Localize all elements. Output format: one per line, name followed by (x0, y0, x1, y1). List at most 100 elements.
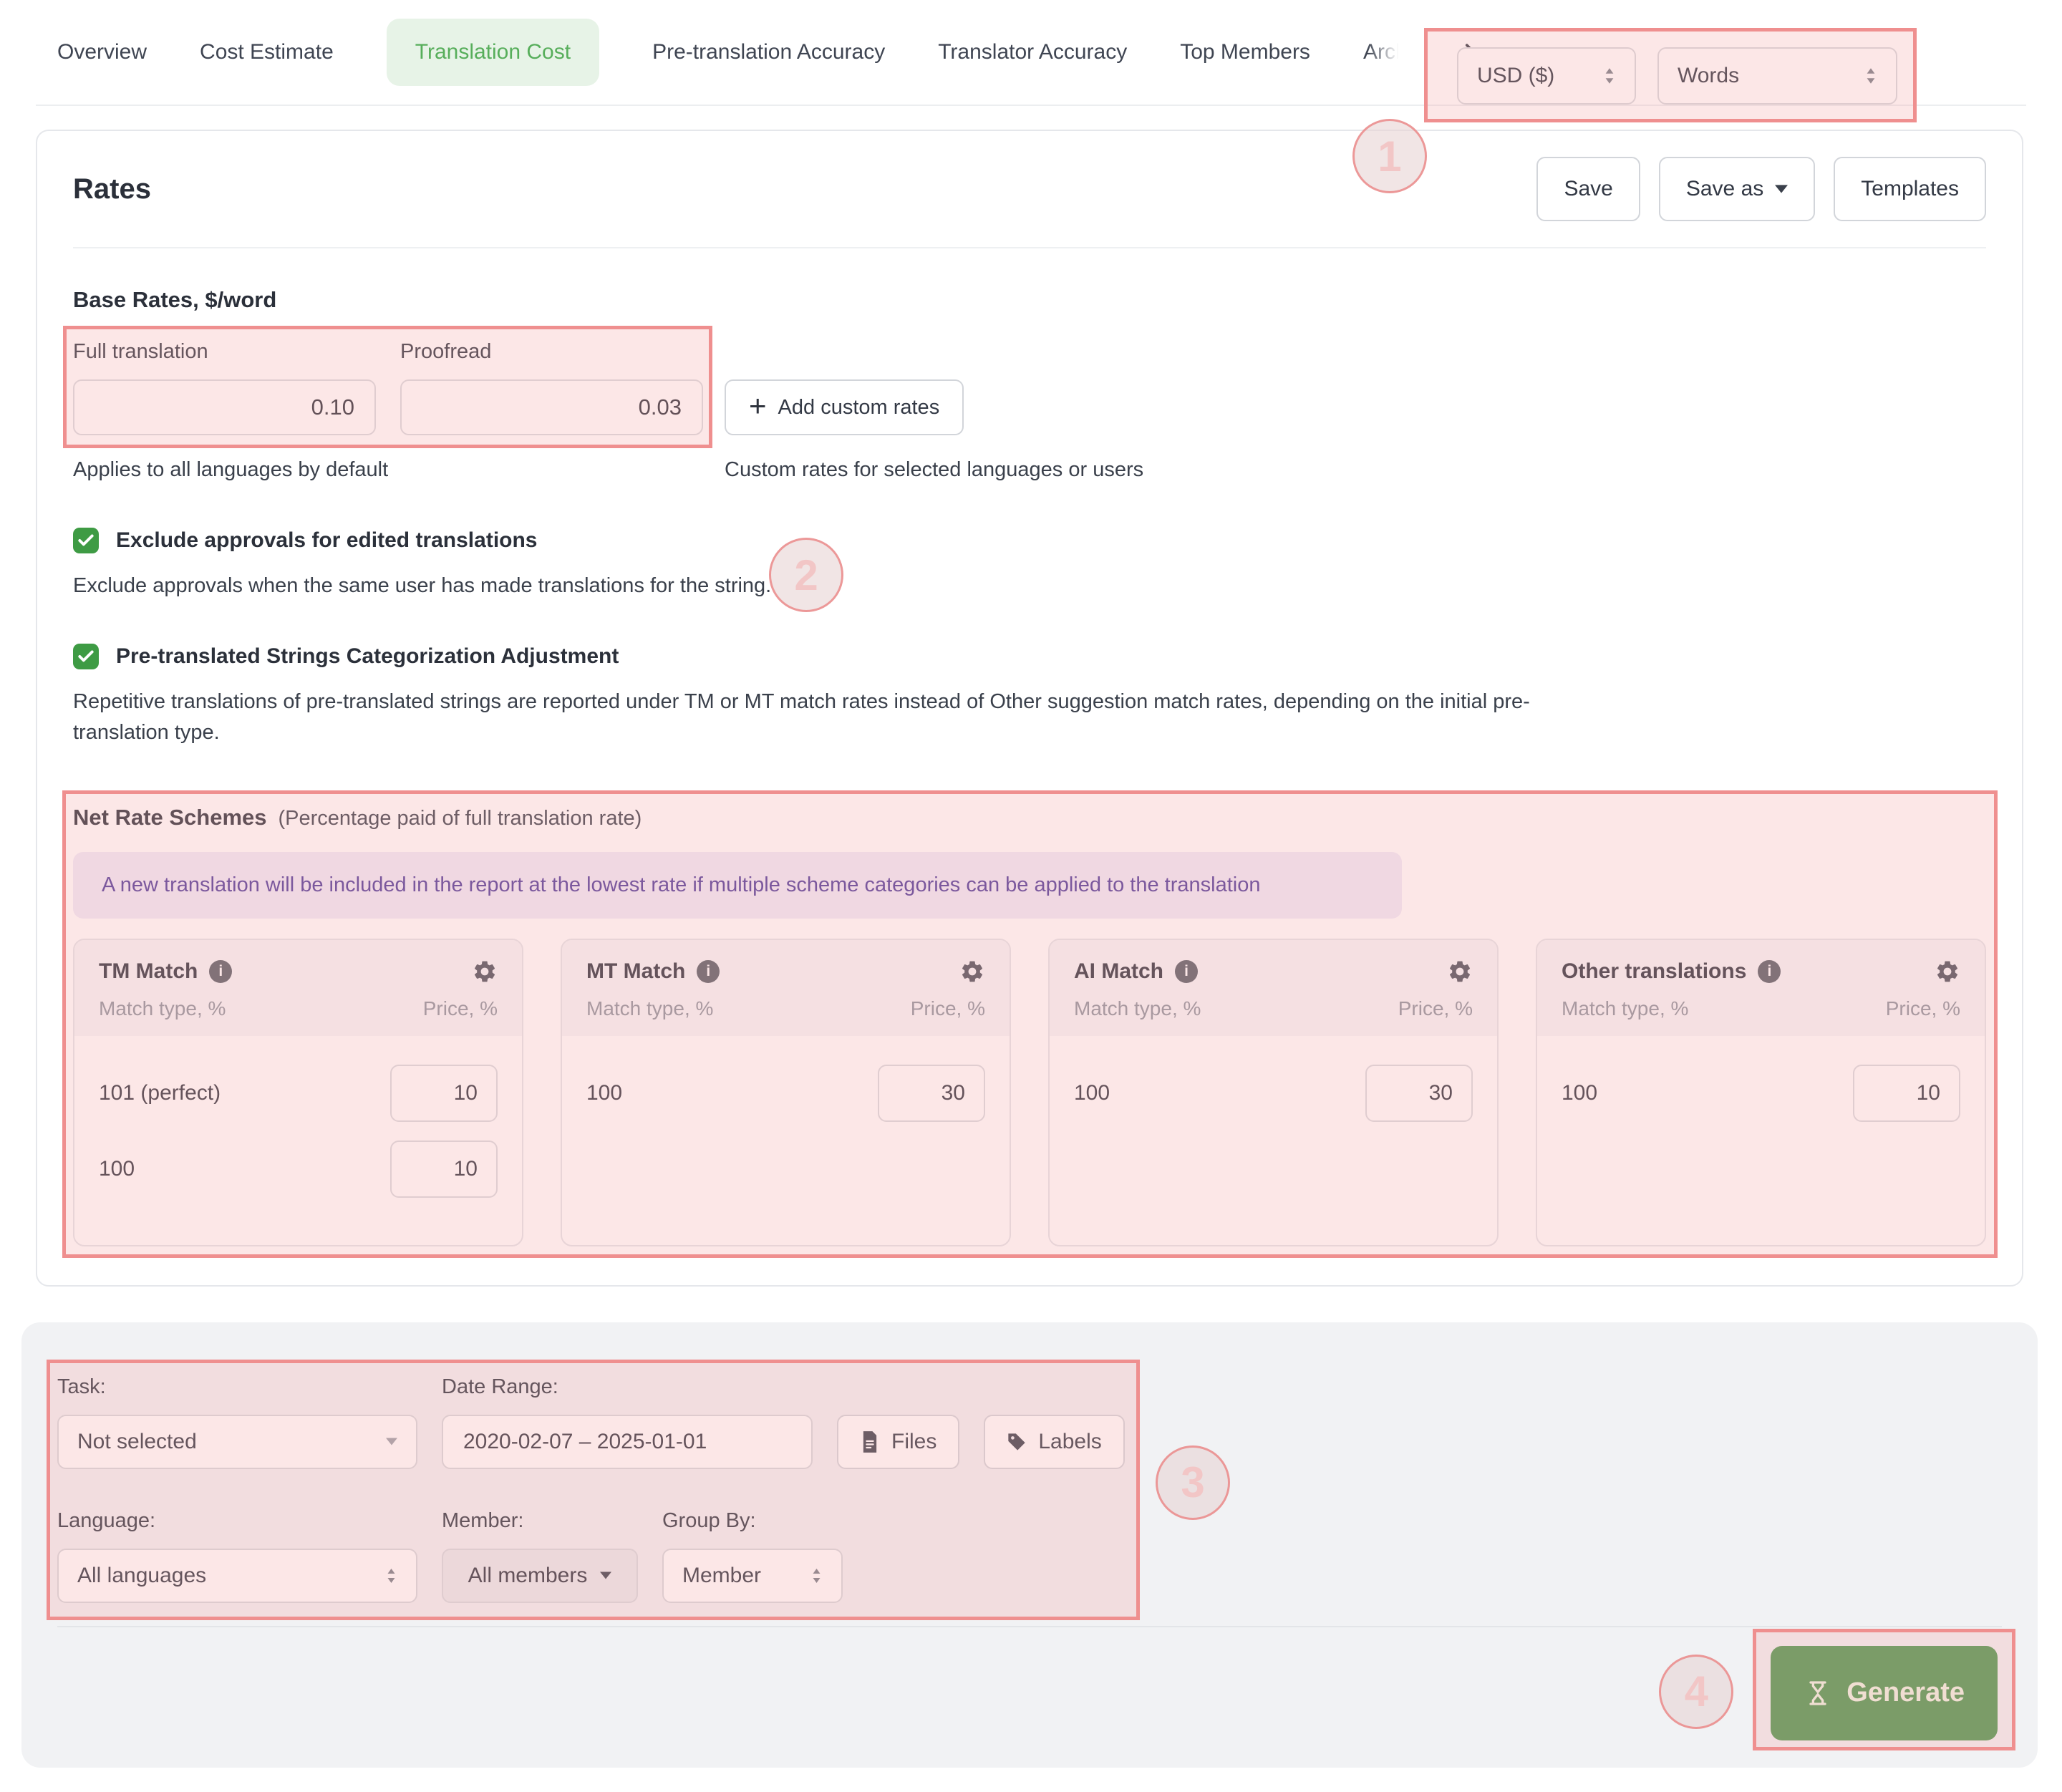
toggle-exclude-approvals-control[interactable]: Exclude approvals for edited translation… (73, 528, 1986, 553)
other-100-price-input[interactable] (1853, 1064, 1960, 1122)
toggle-exclude-approvals-description: Exclude approvals when the same user has… (73, 574, 772, 597)
date-range-filter: Date Range: (442, 1375, 813, 1469)
tab-translation-cost[interactable]: Translation Cost (386, 19, 600, 86)
base-rates-heading: Base Rates, $/word (73, 287, 277, 312)
report-toggles: 2 Exclude approvals for edited translati… (73, 528, 1986, 749)
info-icon[interactable]: i (209, 959, 233, 983)
task-select-value: Not selected (77, 1429, 197, 1453)
add-custom-rates-button[interactable]: + Add custom rates (725, 379, 964, 435)
checkbox-checked-icon[interactable] (73, 528, 99, 553)
mt-match-header: MT Match i Match type, % Price, % (562, 939, 1010, 1036)
match-type-value: 100 (99, 1156, 135, 1181)
updown-icon (1603, 66, 1616, 86)
labels-button-label: Labels (1038, 1429, 1102, 1453)
caret-down-icon (600, 1571, 612, 1579)
generate-button[interactable]: Generate (1771, 1645, 1998, 1740)
updown-icon (810, 1566, 823, 1585)
gear-icon[interactable] (1447, 959, 1473, 984)
ai-100-price-input[interactable] (1365, 1064, 1473, 1122)
toggle-exclude-approvals-label: Exclude approvals for edited translation… (116, 528, 538, 552)
tm-match-header: TM Match i Match type, % Price, % (74, 939, 522, 1036)
net-rate-schemes-header: Net Rate Schemes (Percentage paid of ful… (73, 805, 1986, 830)
toggle-exclude-approvals: Exclude approvals for edited translation… (73, 528, 1986, 602)
member-filter: Member: All members (442, 1509, 638, 1603)
full-translation-field: Full translation (73, 340, 376, 435)
other-translations-column: Other translations i Match type, % Price… (1536, 938, 1986, 1246)
base-rates-caption-right: Custom rates for selected languages or u… (725, 458, 1144, 481)
proofread-field: Proofread (400, 340, 703, 435)
group-by-select-value: Member (682, 1563, 762, 1587)
currency-select[interactable]: USD ($) (1456, 47, 1636, 105)
toggle-pretranslated-adjustment-description: Repetitive translations of pre-translate… (73, 689, 1530, 745)
match-type-header: Match type, % (99, 997, 226, 1019)
match-type-value: 100 (586, 1080, 623, 1105)
unit-select[interactable]: Words (1657, 47, 1897, 105)
page-title: Rates (73, 173, 151, 205)
hourglass-icon (1804, 1679, 1832, 1708)
files-button[interactable]: Files (837, 1414, 960, 1469)
labels-button[interactable]: Labels (984, 1414, 1125, 1469)
save-button[interactable]: Save (1536, 157, 1640, 221)
match-type-value: 100 (1074, 1080, 1110, 1105)
report-parameters-panel: 3 Task: Not selected Date Range: 2020-02… (21, 1322, 2038, 1768)
language-label: Language: (57, 1508, 156, 1532)
language-filter: Language: All languages (57, 1509, 417, 1603)
language-select[interactable]: All languages (57, 1548, 417, 1603)
full-translation-input[interactable] (73, 379, 376, 435)
lowest-rate-notice: A new translation will be included in th… (73, 851, 1402, 919)
info-icon[interactable]: i (1175, 959, 1199, 983)
group-by-label: Group By: (662, 1508, 756, 1532)
task-select[interactable]: Not selected (57, 1414, 417, 1469)
proofread-input[interactable] (400, 379, 703, 435)
tm-match-row-100: 100 (99, 1140, 498, 1198)
tab-overview[interactable]: Overview (57, 40, 147, 64)
currency-select-value: USD ($) (1476, 64, 1555, 87)
report-tab-bar: Overview Cost Estimate Translation Cost … (0, 0, 2062, 193)
add-custom-rates-label: Add custom rates (778, 395, 940, 419)
rates-actions: Save Save as Templates (1536, 157, 1986, 221)
checkbox-checked-icon[interactable] (73, 643, 99, 669)
filters-row-1: Task: Not selected Date Range: 2020-02-0… (57, 1375, 1128, 1469)
generate-button-label: Generate (1846, 1677, 1965, 1708)
tab-archive-truncated[interactable]: Archive (1362, 40, 1405, 64)
tab-top-members[interactable]: Top Members (1180, 40, 1310, 64)
toggle-pretranslated-adjustment-control[interactable]: Pre-translated Strings Categorization Ad… (73, 643, 1986, 669)
templates-button[interactable]: Templates (1834, 157, 1986, 221)
match-type-value: 100 (1562, 1080, 1598, 1105)
info-icon[interactable]: i (1758, 959, 1781, 983)
mt-match-column: MT Match i Match type, % Price, % 100 30 (561, 938, 1011, 1246)
tm-match-title: TM Match (99, 959, 198, 983)
date-range-input[interactable] (442, 1414, 813, 1469)
group-by-filter: Group By: Member (662, 1509, 843, 1603)
group-by-select[interactable]: Member (662, 1548, 843, 1603)
info-icon[interactable]: i (697, 959, 720, 983)
member-select[interactable]: All members (442, 1548, 638, 1603)
gear-icon[interactable] (1935, 959, 1960, 984)
rates-card-header: Rates Save Save as Templates (73, 131, 1986, 248)
save-as-button[interactable]: Save as (1658, 157, 1816, 221)
tab-cost-estimate[interactable]: Cost Estimate (200, 40, 334, 64)
tm-100-price-input[interactable] (390, 1140, 498, 1198)
annotation-circle-3: 3 (1156, 1445, 1230, 1520)
tab-translator-accuracy[interactable]: Translator Accuracy (938, 40, 1127, 64)
toggle-pretranslated-adjustment: Pre-translated Strings Categorization Ad… (73, 643, 1986, 749)
match-type-header: Match type, % (1074, 997, 1201, 1019)
match-type-header: Match type, % (586, 997, 714, 1019)
member-select-value: All members (468, 1563, 588, 1587)
gear-icon[interactable] (959, 959, 985, 984)
net-rate-scheme-columns: TM Match i Match type, % Price, % 101 (p… (73, 938, 1986, 1246)
other-translations-header: Other translations i Match type, % Price… (1537, 939, 1985, 1036)
gear-icon[interactable] (472, 959, 498, 984)
date-range-label: Date Range: (442, 1375, 558, 1398)
match-type-header: Match type, % (1562, 997, 1689, 1019)
tab-pre-translation-accuracy[interactable]: Pre-translation Accuracy (652, 40, 885, 64)
member-label: Member: (442, 1508, 524, 1532)
base-rates-row: Full translation Proofread + Add custom … (63, 326, 1986, 448)
language-select-value: All languages (77, 1563, 207, 1587)
mt-100-price-input[interactable] (878, 1064, 985, 1122)
translation-cost-report-page: Overview Cost Estimate Translation Cost … (0, 0, 2062, 1792)
caret-down-icon (1775, 185, 1788, 193)
tm-101-price-input[interactable] (390, 1064, 498, 1122)
other-row-100: 100 (1562, 1064, 1960, 1122)
file-icon (860, 1430, 880, 1453)
